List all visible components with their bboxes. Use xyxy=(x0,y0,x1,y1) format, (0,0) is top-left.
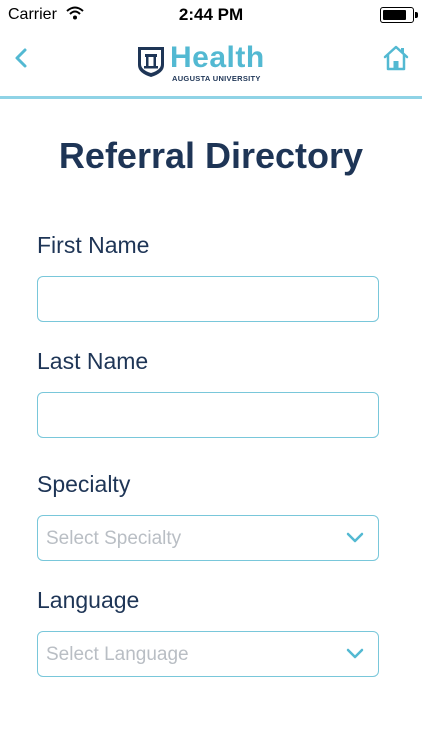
specialty-label: Specialty xyxy=(37,471,131,497)
home-button[interactable] xyxy=(382,44,410,72)
status-bar: Carrier 2:44 PM xyxy=(0,0,422,30)
last-name-field-container xyxy=(37,392,379,438)
chevron-down-icon xyxy=(346,532,364,543)
specialty-select[interactable]: Select Specialty xyxy=(37,515,379,561)
chevron-down-icon xyxy=(346,648,364,659)
logo-subtitle: AUGUSTA UNIVERSITY xyxy=(172,74,261,83)
augusta-seal-icon xyxy=(138,47,164,77)
last-name-label: Last Name xyxy=(37,348,149,374)
status-time: 2:44 PM xyxy=(178,5,244,24)
language-select[interactable]: Select Language xyxy=(37,631,379,677)
language-select-placeholder: Select Language xyxy=(46,644,189,665)
battery-icon xyxy=(380,7,418,23)
page-title: Referral Directory xyxy=(58,135,364,176)
logo-wordmark: Health xyxy=(170,41,265,74)
first-name-label: First Name xyxy=(37,232,150,258)
chevron-left-icon xyxy=(15,48,27,68)
augusta-health-logo: Health AUGUSTA UNIVERSITY xyxy=(136,41,286,85)
nav-header: Health AUGUSTA UNIVERSITY xyxy=(0,30,422,99)
last-name-input[interactable] xyxy=(38,393,378,437)
first-name-field-container xyxy=(37,276,379,322)
first-name-input[interactable] xyxy=(38,277,378,321)
home-icon xyxy=(383,45,409,71)
language-label: Language xyxy=(37,587,140,613)
specialty-select-placeholder: Select Specialty xyxy=(46,528,182,549)
back-button[interactable] xyxy=(10,44,32,72)
